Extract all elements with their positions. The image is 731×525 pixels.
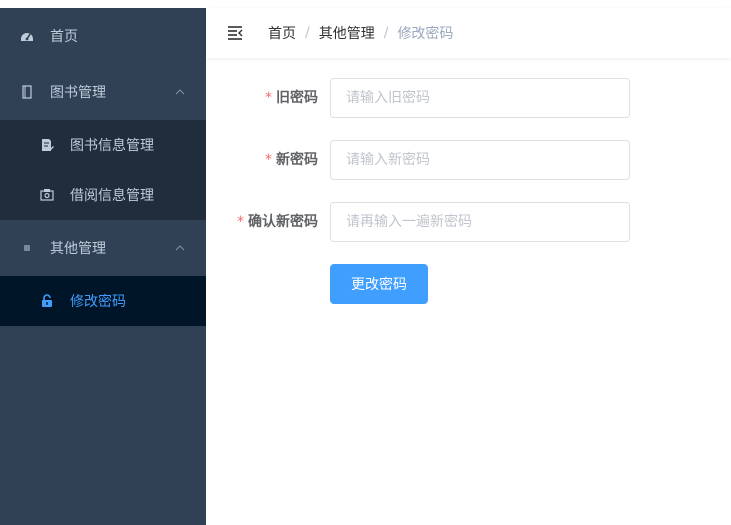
- old-password-input[interactable]: [330, 78, 630, 118]
- chevron-up-icon: [174, 242, 186, 254]
- old-password-label-text: 旧密码: [276, 90, 318, 106]
- change-password-button[interactable]: 更改密码: [330, 264, 428, 304]
- submenu-label: 图书管理: [50, 85, 106, 101]
- submenu-label: 其他管理: [50, 241, 106, 257]
- sidebar-item-book-info[interactable]: 图书信息管理: [0, 120, 206, 170]
- new-password-label: * 新密码: [265, 140, 318, 180]
- sidebar-item-home[interactable]: 首页: [0, 8, 206, 64]
- breadcrumb-current: 修改密码: [397, 26, 454, 42]
- chevron-up-icon: [174, 86, 186, 98]
- confirm-password-input[interactable]: [330, 202, 630, 242]
- dashboard-icon: [20, 29, 34, 43]
- new-password-input[interactable]: [330, 140, 630, 180]
- breadcrumb-separator: /: [305, 25, 310, 41]
- document-edit-icon: [40, 138, 54, 152]
- sidebar-item-label: 图书信息管理: [70, 138, 154, 154]
- confirm-password-label-text: 确认新密码: [248, 214, 318, 230]
- old-password-label: * 旧密码: [265, 78, 318, 118]
- main-content: 首页 / 其他管理 / 修改密码 * 旧密码 * 新密码 * 确认新密码 更改密码: [206, 8, 731, 525]
- list-icon: [20, 241, 34, 255]
- breadcrumb-separator: /: [383, 25, 389, 41]
- sidebar-item-change-password[interactable]: 修改密码: [0, 276, 206, 326]
- required-mark: *: [237, 214, 244, 230]
- breadcrumb-other[interactable]: 其他管理: [319, 23, 375, 43]
- form-row-confirm-password: * 确认新密码: [206, 202, 731, 242]
- sidebar: 首页 图书管理 图书信息管理 借阅信息管理 其他管理 修改密码: [0, 8, 206, 525]
- menu-fold-icon[interactable]: [227, 25, 243, 41]
- sidebar-item-label: 首页: [50, 29, 78, 45]
- lock-icon: [40, 294, 54, 308]
- sidebar-item-label: 借阅信息管理: [70, 188, 154, 204]
- borrow-icon: [40, 188, 54, 202]
- required-mark: *: [265, 90, 272, 106]
- book-icon: [20, 85, 34, 99]
- new-password-label-text: 新密码: [276, 152, 318, 168]
- sidebar-item-label: 修改密码: [70, 294, 126, 310]
- submenu-books[interactable]: 图书管理: [0, 64, 206, 120]
- breadcrumb-home[interactable]: 首页: [268, 23, 296, 43]
- sidebar-item-borrow-info[interactable]: 借阅信息管理: [0, 170, 206, 220]
- form-row-old-password: * 旧密码: [206, 78, 731, 118]
- confirm-password-label: * 确认新密码: [237, 202, 318, 242]
- form-row-new-password: * 新密码: [206, 140, 731, 180]
- breadcrumb: 首页 / 其他管理 / 修改密码: [268, 8, 453, 58]
- submenu-other-list: 修改密码: [0, 276, 206, 326]
- submenu-books-list: 图书信息管理 借阅信息管理: [0, 120, 206, 220]
- required-mark: *: [265, 152, 272, 168]
- navbar: 首页 / 其他管理 / 修改密码: [206, 8, 731, 58]
- submenu-other[interactable]: 其他管理: [0, 220, 206, 276]
